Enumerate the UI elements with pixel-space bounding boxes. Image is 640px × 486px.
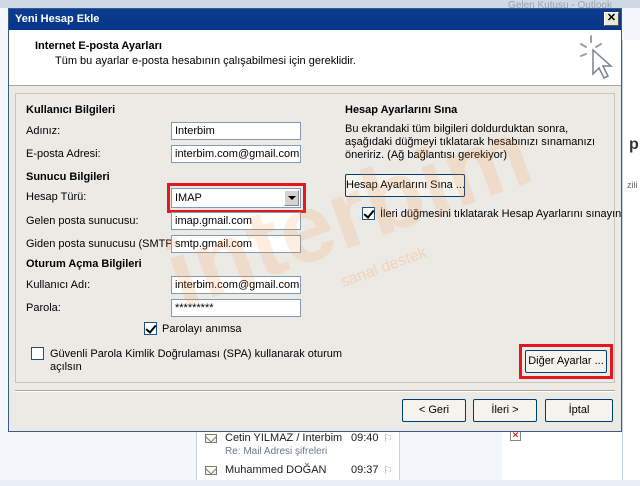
cancel-button[interactable]: İptal: [545, 399, 613, 422]
remember-password-checkbox[interactable]: [144, 322, 157, 335]
account-type-label: Hesap Türü:: [26, 191, 87, 203]
name-input[interactable]: Interbim: [171, 122, 301, 140]
username-input[interactable]: interbim.com@gmail.com: [171, 276, 301, 294]
test-account-settings-button[interactable]: Hesap Ayarlarını Sına ...: [345, 174, 465, 197]
user-info-heading: Kullanıcı Bilgileri: [26, 104, 116, 116]
email-label: E-posta Adresi:: [26, 148, 101, 160]
auto-test-checkbox[interactable]: [362, 207, 375, 220]
click-cursor-icon: [580, 35, 613, 80]
spa-checkbox[interactable]: [31, 347, 44, 360]
account-type-highlight: [167, 183, 306, 213]
spa-label-line2[interactable]: açılsın: [50, 361, 82, 373]
test-settings-heading: Hesap Ayarlarını Sına: [345, 104, 458, 116]
reading-pane-small-text: zili: [627, 180, 638, 190]
message-sender: Cetin YILMAZ / Interbim: [225, 432, 343, 444]
password-input[interactable]: *********: [171, 299, 301, 317]
password-label: Parola:: [26, 302, 61, 314]
flag-icon[interactable]: ⚐: [383, 432, 393, 445]
message-row[interactable]: Muhammed DOĞAN 09:37 ⚐: [197, 458, 401, 486]
reading-pane: p zili: [622, 40, 640, 480]
logon-info-heading: Oturum Açma Bilgileri: [26, 258, 142, 270]
test-settings-description: Bu ekrandaki tüm bilgileri doldurduktan …: [345, 123, 596, 161]
dialog-header: Internet E-posta Ayarları Tüm bu ayarlar…: [9, 30, 621, 86]
message-sender: Muhammed DOĞAN: [225, 464, 327, 476]
incoming-server-label: Gelen posta sunucusu:: [26, 215, 139, 227]
settings-panel: Kullanıcı Bilgileri Adınız: Interbim E-p…: [15, 93, 621, 383]
back-button[interactable]: < Geri: [402, 399, 466, 422]
dialog-titlebar: Yeni Hesap Ekle ✕: [9, 9, 621, 30]
preview-area: ✕: [502, 424, 622, 480]
outgoing-server-label: Giden posta sunucusu (SMTP):: [26, 238, 180, 250]
reading-pane-text: p: [629, 136, 639, 153]
next-button[interactable]: İleri >: [473, 399, 537, 422]
auto-test-label[interactable]: İleri düğmesini tıklatarak Hesap Ayarlar…: [380, 208, 621, 220]
incoming-server-input[interactable]: imap.gmail.com: [171, 212, 301, 230]
envelope-icon: [205, 466, 217, 475]
close-button[interactable]: ✕: [604, 12, 619, 26]
name-label: Adınız:: [26, 125, 61, 137]
outgoing-server-input[interactable]: smtp.gmail.com: [171, 235, 301, 253]
email-input[interactable]: interbim.com@gmail.com: [171, 145, 301, 163]
header-subtitle: Tüm bu ayarlar e-posta hesabının çalışab…: [55, 55, 356, 67]
new-account-dialog: Yeni Hesap Ekle ✕ Internet E-posta Ayarl…: [8, 8, 622, 432]
more-settings-highlight: [519, 344, 613, 379]
server-info-heading: Sunucu Bilgileri: [26, 171, 110, 183]
dialog-title: Yeni Hesap Ekle: [15, 13, 100, 25]
message-list: Cetin YILMAZ / Interbim 09:40 ⚐ Re: Mail…: [196, 424, 400, 480]
header-title: Internet E-posta Ayarları: [35, 40, 162, 52]
remember-password-label[interactable]: Parolayı anımsa: [162, 323, 241, 335]
footer-separator: [15, 390, 615, 392]
message-subject: Re: Mail Adresi şifreleri: [225, 446, 328, 457]
flag-icon[interactable]: ⚐: [383, 464, 393, 477]
message-time: 09:40: [351, 432, 379, 444]
spa-label-line1[interactable]: Güvenli Parola Kimlik Doğrulaması (SPA) …: [50, 348, 342, 360]
message-time: 09:37: [351, 464, 379, 476]
envelope-icon: [205, 434, 217, 443]
username-label: Kullanıcı Adı:: [26, 279, 91, 291]
